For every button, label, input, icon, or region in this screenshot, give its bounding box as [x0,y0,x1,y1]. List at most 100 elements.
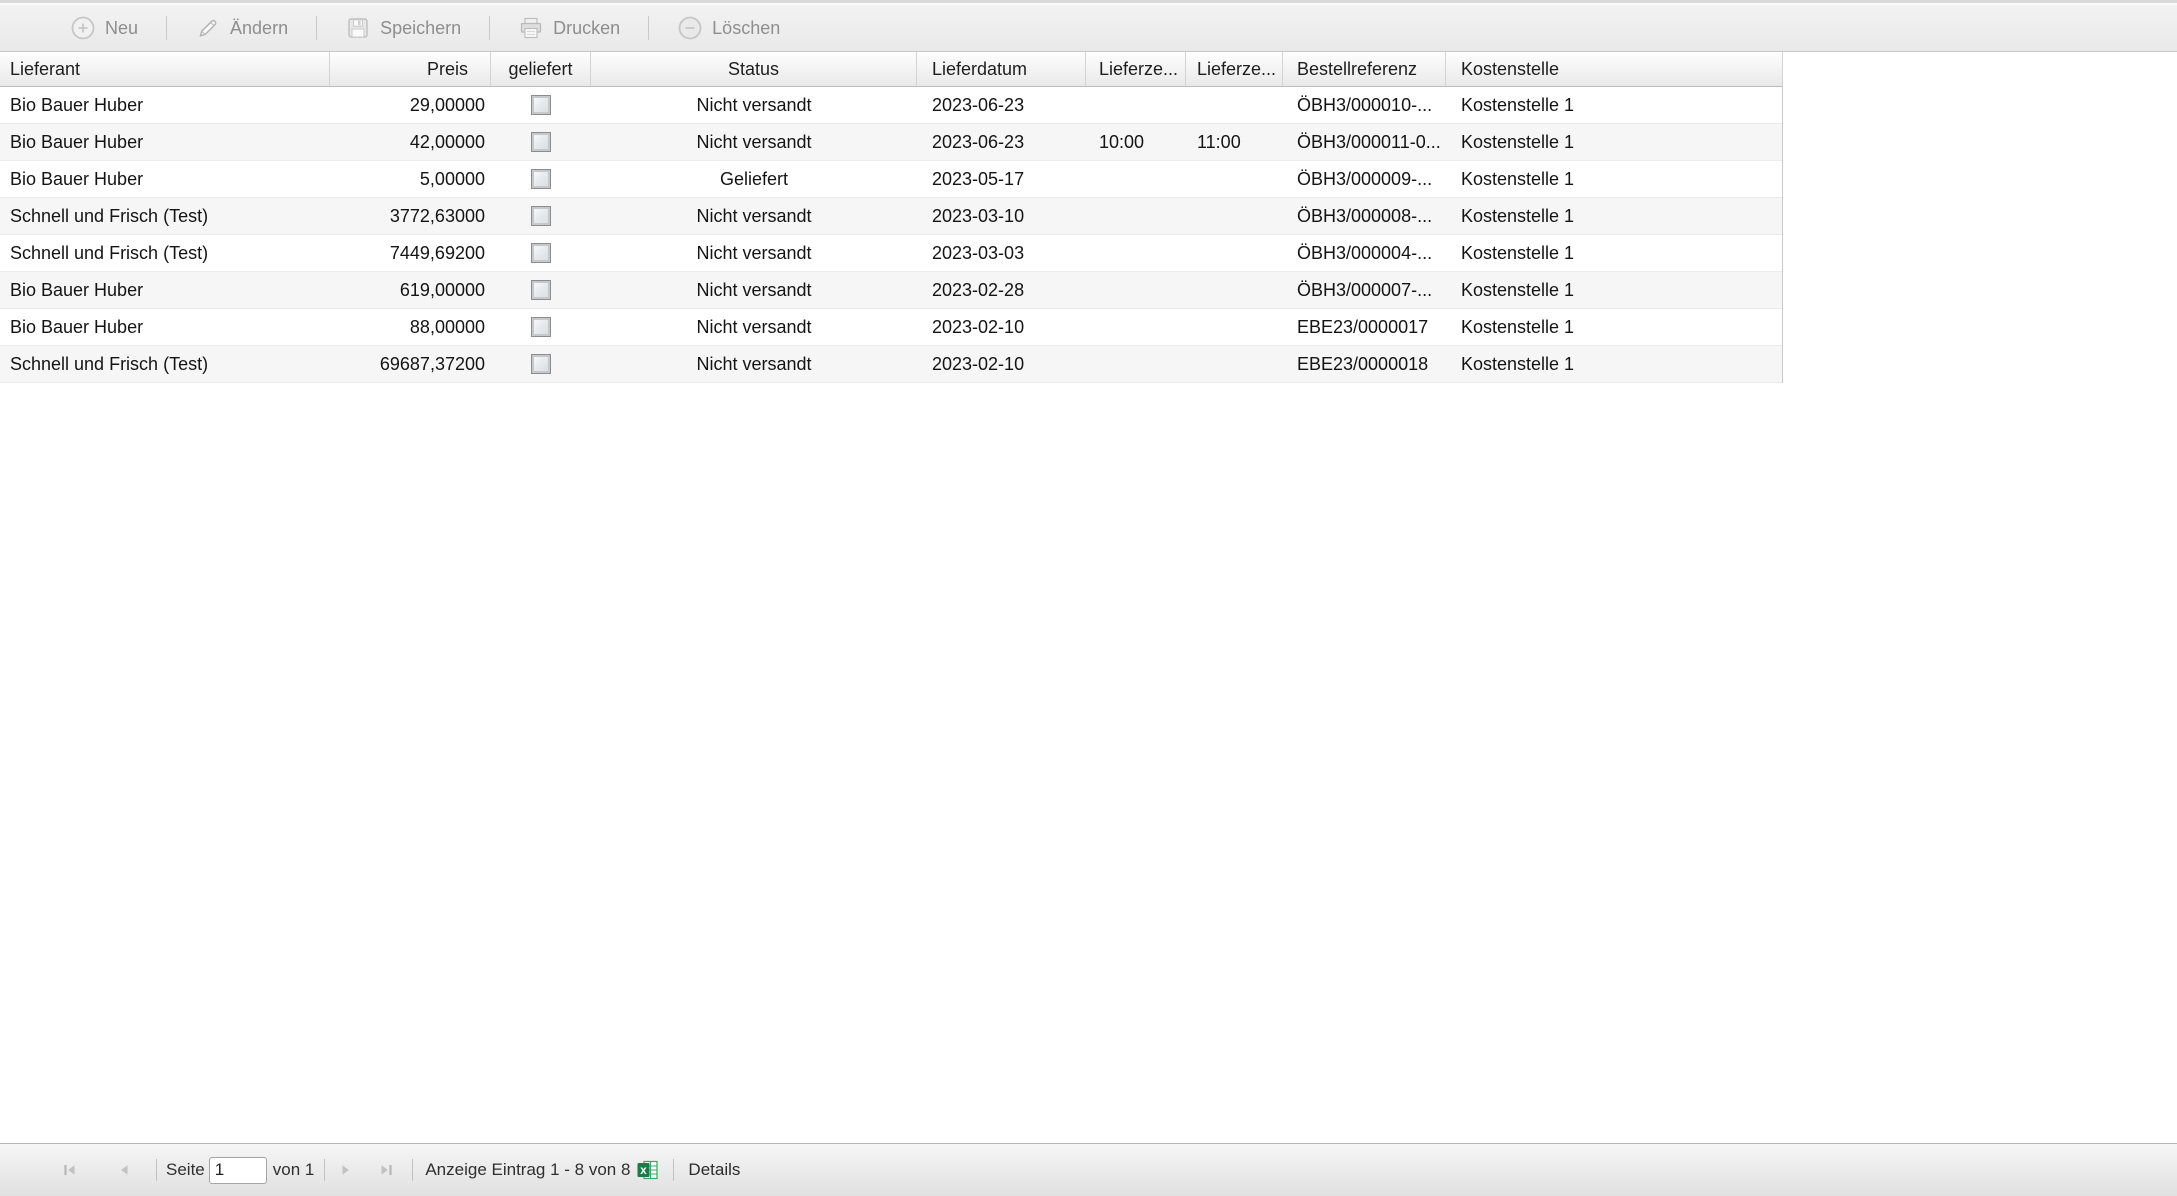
cell-lieferzeit_von: 10:00 [1086,124,1186,160]
cell-kostenstelle: Kostenstelle 1 [1446,309,1783,345]
cell-bestellreferenz: ÖBH3/000004-... [1283,235,1446,271]
cell-text: Nicht versandt [696,354,811,375]
cell-text: 5,00000 [420,169,485,190]
cell-status: Nicht versandt [591,198,917,234]
geliefert-checkbox[interactable] [531,280,551,300]
column-header-lieferzeit_von[interactable]: Lieferze... [1086,52,1186,86]
cell-text: Nicht versandt [696,206,811,227]
cell-text: 2023-02-28 [932,280,1024,301]
next-page-button[interactable] [338,1162,354,1178]
cell-lieferdatum: 2023-03-10 [917,198,1086,234]
geliefert-checkbox[interactable] [531,206,551,226]
cell-text: ÖBH3/000008-... [1297,206,1432,227]
delete-button[interactable]: Löschen [653,11,804,45]
cell-kostenstelle: Kostenstelle 1 [1446,124,1783,160]
column-header-label: geliefert [508,59,572,80]
page-count-label: von 1 [273,1160,315,1180]
geliefert-checkbox[interactable] [531,132,551,152]
cell-lieferzeit_bis [1186,235,1283,271]
excel-export-button[interactable]: x [637,1160,658,1180]
table-row[interactable]: Bio Bauer Huber42,00000Nicht versandt202… [0,124,1782,161]
cell-text: Bio Bauer Huber [10,95,143,116]
save-button[interactable]: Speichern [321,11,485,45]
cell-bestellreferenz: EBE23/0000018 [1283,346,1446,382]
svg-text:x: x [641,1165,648,1177]
first-page-icon [62,1162,78,1178]
last-page-button[interactable] [378,1162,394,1178]
cell-lieferzeit_von [1086,272,1186,308]
cell-text: Nicht versandt [696,280,811,301]
display-range-text: Anzeige Eintrag 1 - 8 von 8 [425,1160,630,1180]
cell-text: Kostenstelle 1 [1461,206,1574,227]
column-header-label: Lieferze... [1099,59,1178,80]
column-header-label: Status [728,59,779,80]
table-row[interactable]: Schnell und Frisch (Test)7449,69200Nicht… [0,235,1782,272]
cell-text: 2023-05-17 [932,169,1024,190]
geliefert-checkbox[interactable] [531,243,551,263]
paging-separator [156,1159,157,1181]
column-header-lieferdatum[interactable]: Lieferdatum [917,52,1086,86]
cell-lieferzeit_von [1086,235,1186,271]
cell-text: ÖBH3/000007-... [1297,280,1432,301]
cell-text: 2023-06-23 [932,132,1024,153]
first-page-button[interactable] [62,1162,78,1178]
cell-text: 29,00000 [410,95,485,116]
cell-lieferzeit_von [1086,198,1186,234]
cell-text: Kostenstelle 1 [1461,354,1574,375]
cell-lieferzeit_bis: 11:00 [1186,124,1283,160]
cell-preis: 3772,63000 [330,198,491,234]
table-row[interactable]: Bio Bauer Huber 619,00000 Nicht versandt 20… [0,272,1782,309]
new-button[interactable]: Neu [46,11,162,45]
details-button[interactable]: Details [688,1160,740,1180]
page-number-input[interactable] [209,1157,267,1184]
cell-text: Bio Bauer Huber [10,280,143,301]
cell-lieferzeit_bis [1186,272,1283,308]
grid-header: LieferantPreis geliefert Status Lieferdatum… [0,52,1782,87]
geliefert-checkbox[interactable] [531,95,551,115]
cell-bestellreferenz: EBE23/0000017 [1283,309,1446,345]
table-row[interactable]: Bio Bauer Huber29,00000Nicht versandt202… [0,87,1782,124]
toolbar-separator [489,16,490,40]
orders-grid: LieferantPreis geliefert Status Lieferdatum… [0,52,1783,383]
column-header-preis[interactable]: Preis [330,52,491,86]
cell-text: ÖBH3/000011-0... [1297,132,1441,153]
cell-lieferant: Bio Bauer Huber [0,309,330,345]
column-header-lieferzeit_bis[interactable]: Lieferze... [1186,52,1283,86]
table-row[interactable]: Schnell und Frisch (Test)69687,37200Nich… [0,346,1782,383]
geliefert-checkbox[interactable] [531,169,551,189]
cell-lieferant: Bio Bauer Huber [0,87,330,123]
cell-status: Nicht versandt [591,124,917,160]
new-button-label: Neu [105,18,138,39]
cell-lieferant: Schnell und Frisch (Test) [0,198,330,234]
geliefert-checkbox[interactable] [531,354,551,374]
geliefert-checkbox[interactable] [531,317,551,337]
table-row[interactable]: Bio Bauer Huber88,00000Nicht versandt202… [0,309,1782,346]
cell-bestellreferenz: ÖBH3/000007-... [1283,272,1446,308]
column-header-lieferant[interactable]: Lieferant [0,52,330,86]
paging-separator [673,1159,674,1181]
cell-geliefert [491,235,591,271]
cell-kostenstelle: Kostenstelle 1 [1446,161,1783,197]
table-row[interactable]: Bio Bauer Huber5,00000Geliefert2023-05-1… [0,161,1782,198]
column-header-label: Bestellreferenz [1297,59,1417,80]
cell-text: Kostenstelle 1 [1461,132,1574,153]
cell-text: 10:00 [1099,132,1144,153]
cell-lieferzeit_von [1086,309,1186,345]
cell-status: Nicht versandt [591,272,917,308]
column-header-bestellreferenz[interactable]: Bestellreferenz [1283,52,1446,86]
cell-text: Kostenstelle 1 [1461,317,1574,338]
prev-page-button[interactable] [116,1162,132,1178]
cell-lieferzeit_von [1086,346,1186,382]
cell-text: 3772,63000 [390,206,485,227]
cell-lieferzeit_bis [1186,87,1283,123]
column-header-kostenstelle[interactable]: Kostenstelle [1446,52,1783,86]
cell-lieferdatum: 2023-02-10 [917,309,1086,345]
edit-button[interactable]: Ändern [171,11,312,45]
column-header-geliefert[interactable]: geliefert [491,52,591,86]
print-printer-icon [518,15,544,41]
table-row[interactable]: Schnell und Frisch (Test) 3772,63000 Nicht… [0,198,1782,235]
column-header-status[interactable]: Status [591,52,917,86]
cell-lieferant: Bio Bauer Huber [0,124,330,160]
cell-text: 619,00000 [400,280,485,301]
print-button[interactable]: Drucken [494,11,644,45]
